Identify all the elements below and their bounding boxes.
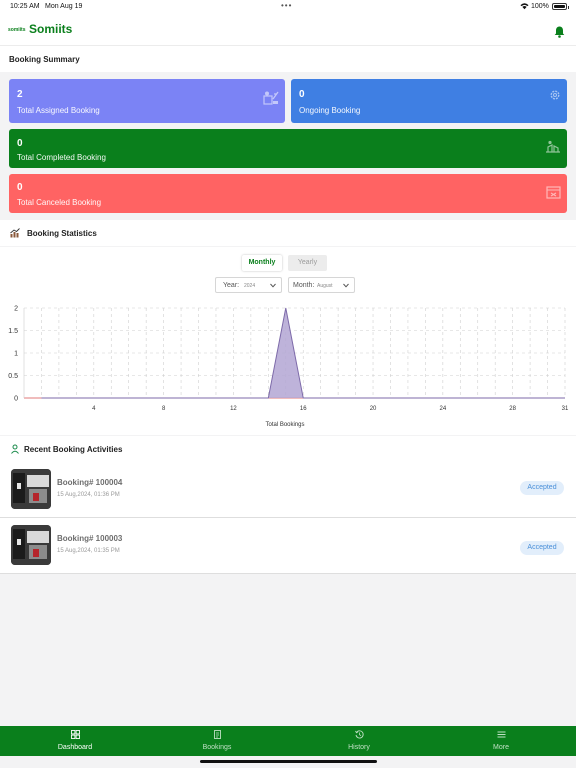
bottom-tab-bar: Dashboard Bookings History More (0, 726, 576, 756)
month-select-label: Month: (293, 282, 315, 289)
x-axis-label: Total Bookings (265, 422, 304, 428)
card-value: 0 (17, 138, 23, 149)
card-value: 0 (299, 89, 305, 100)
completed-booking-icon (546, 140, 560, 153)
booking-summary-title: Booking Summary (9, 55, 80, 64)
list-item[interactable]: Booking# 100003 15 Aug,2024, 01:35 PM Ac… (0, 518, 576, 574)
chevron-down-icon (270, 283, 276, 288)
card-total-completed[interactable]: 0 Total Completed Booking (9, 129, 567, 168)
x-tick-label: 8 (162, 406, 166, 412)
tab-dashboard[interactable]: Dashboard (3, 726, 147, 756)
chevron-down-icon (343, 283, 349, 288)
month-select[interactable]: Month: August (288, 277, 355, 293)
battery-icon (552, 3, 569, 10)
dashboard-icon (71, 730, 80, 739)
y-tick-label: 1.5 (8, 328, 18, 335)
toggle-monthly[interactable]: Monthly (242, 255, 282, 271)
gear-icon (550, 90, 560, 100)
card-value: 2 (17, 89, 23, 100)
tab-more[interactable]: More (429, 726, 573, 756)
tab-label: Dashboard (57, 744, 93, 751)
booking-statistics-title: Booking Statistics (27, 229, 97, 238)
booking-number: Booking# 100003 (57, 534, 123, 543)
tab-history[interactable]: History (287, 726, 431, 756)
calendar-cancel-icon (546, 186, 561, 199)
status-badge: Accepted (520, 541, 564, 555)
y-tick-label: 2 (14, 306, 18, 313)
year-select-value: 2024 (244, 283, 256, 289)
x-tick-label: 4 (92, 406, 96, 412)
year-select-label: Year: (223, 282, 240, 289)
y-tick-label: 0 (14, 396, 18, 403)
x-tick-label: 24 (439, 406, 446, 412)
card-label: Ongoing Booking (299, 106, 361, 115)
status-bar: 10:25 AM Mon Aug 19 ••• 100% (0, 0, 576, 14)
booking-statistics-header: Booking Statistics (0, 220, 576, 246)
wifi-icon (520, 3, 529, 10)
card-value: 0 (17, 182, 23, 193)
booking-time: 15 Aug,2024, 01:36 PM (57, 492, 120, 498)
recent-activities-title: Recent Booking Activities (24, 445, 123, 454)
x-tick-label: 16 (300, 406, 307, 412)
tab-label: Bookings (202, 744, 232, 751)
booking-thumbnail (11, 469, 51, 509)
toggle-yearly[interactable]: Yearly (288, 255, 327, 271)
menu-icon (497, 731, 506, 738)
recent-activities-header: Recent Booking Activities (0, 436, 576, 462)
user-activity-icon (11, 444, 19, 454)
tab-label: More (493, 744, 509, 751)
recent-activities-list: Booking# 100004 15 Aug,2024, 01:36 PM Ac… (0, 462, 576, 574)
card-total-canceled[interactable]: 0 Total Canceled Booking (9, 174, 567, 213)
card-ongoing[interactable]: 0 Ongoing Booking (291, 79, 567, 123)
logo-small: somiits (8, 27, 26, 33)
app-header: somiits Somiits (0, 14, 576, 46)
history-icon (355, 730, 364, 739)
tab-label: History (348, 744, 370, 751)
x-tick-label: 28 (509, 406, 516, 412)
status-date: Mon Aug 19 (45, 3, 83, 10)
card-label: Total Assigned Booking (17, 106, 100, 115)
booking-thumbnail (11, 525, 51, 565)
status-badge: Accepted (520, 481, 564, 495)
year-select[interactable]: Year: 2024 (215, 277, 282, 293)
statistics-panel: Monthly Yearly Year: 2024 Month: August … (0, 247, 576, 435)
x-tick-label: 20 (370, 406, 377, 412)
list-item[interactable]: Booking# 100004 15 Aug,2024, 01:36 PM Ac… (0, 462, 576, 518)
notification-bell-icon[interactable] (554, 26, 565, 38)
y-tick-label: 0.5 (8, 373, 18, 380)
booking-statistics-chart: 00.511.524 8 12 16 20 24 28 31Total Bookings (8, 306, 569, 429)
x-tick-label: 12 (230, 406, 237, 412)
month-select-value: August (317, 283, 333, 289)
card-label: Total Completed Booking (17, 153, 106, 162)
battery-percent: 100% (531, 3, 549, 10)
tab-bookings[interactable]: Bookings (145, 726, 289, 756)
app-name: Somiits (29, 22, 73, 36)
multitasking-dots-icon[interactable]: ••• (281, 1, 292, 10)
status-time: 10:25 AM (10, 3, 40, 10)
booking-summary-header: Booking Summary (0, 46, 576, 72)
y-tick-label: 1 (14, 351, 18, 358)
x-tick-label: 31 (562, 406, 569, 412)
booking-number: Booking# 100004 (57, 478, 123, 487)
card-total-assigned[interactable]: 2 Total Assigned Booking (9, 79, 285, 123)
assigned-booking-icon (263, 91, 279, 105)
booking-time: 15 Aug,2024, 01:35 PM (57, 548, 120, 554)
bookings-icon (214, 730, 221, 739)
card-label: Total Canceled Booking (17, 198, 102, 207)
stats-chart-icon (10, 228, 20, 238)
home-indicator[interactable] (200, 760, 377, 763)
